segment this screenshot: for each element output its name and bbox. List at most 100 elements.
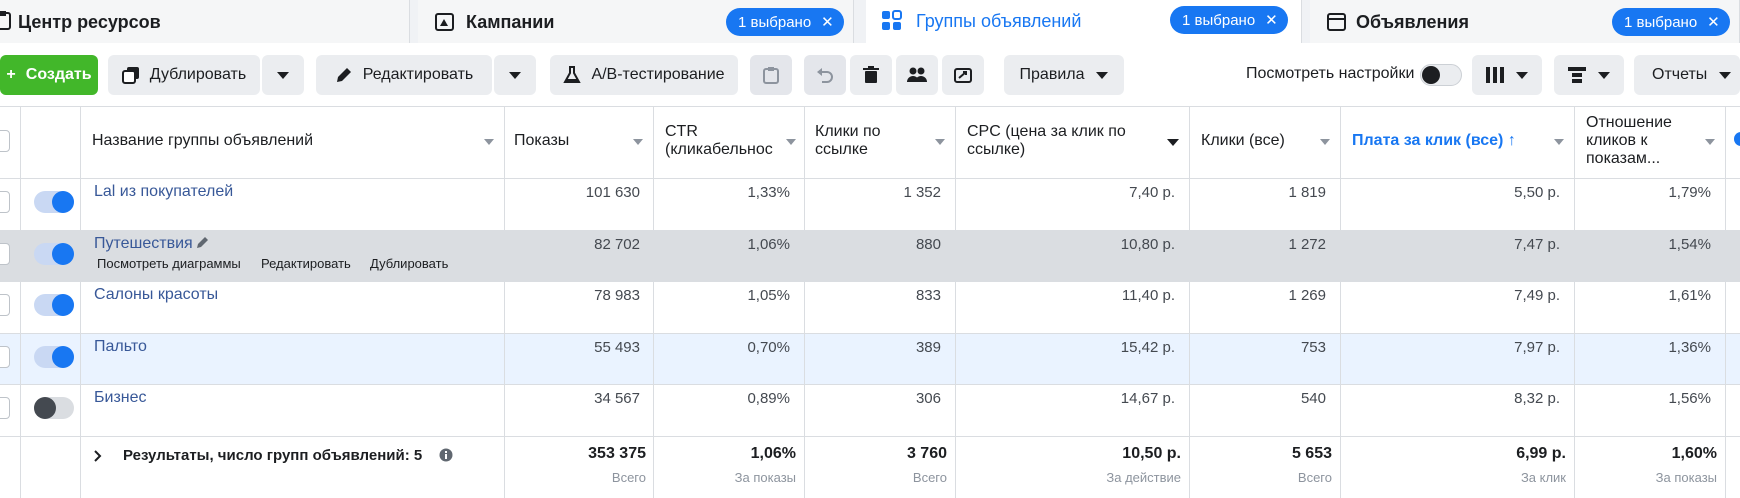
tab-label: Объявления <box>1356 12 1469 32</box>
close-icon[interactable]: ✕ <box>1707 13 1720 31</box>
toggle-knob <box>34 397 56 419</box>
table-row[interactable]: Салоны красоты 78 983 1,05% 833 11,40 р.… <box>0 282 1740 333</box>
status-toggle[interactable] <box>34 191 74 213</box>
total-ratio: 1,60% <box>1671 445 1717 462</box>
ad-group-name-link[interactable]: Пальто <box>94 338 147 356</box>
cpc-cell: 11,40 р. <box>1121 287 1175 304</box>
table-row[interactable]: Бизнес 34 567 0,89% 306 14,67 р. 540 8,3… <box>0 385 1740 436</box>
close-icon[interactable]: ✕ <box>821 13 834 31</box>
rules-button[interactable]: Правила <box>1004 55 1124 95</box>
row-checkbox[interactable] <box>0 346 10 368</box>
ab-test-button[interactable]: A/B-тестирование <box>550 55 738 95</box>
toggle-knob <box>52 346 74 368</box>
status-toggle[interactable] <box>34 243 74 265</box>
columns-button[interactable] <box>1472 55 1542 95</box>
tab-resource-center[interactable]: Центр ресурсов <box>0 0 410 43</box>
table-row[interactable]: Lal из покупателей 101 630 1,33% 1 352 7… <box>0 179 1740 230</box>
ad-group-name-link[interactable]: Путешествия <box>94 235 193 253</box>
clicks-all-cell: 540 <box>1300 390 1326 407</box>
row-checkbox[interactable] <box>0 243 10 265</box>
table-row[interactable]: Пальто 55 493 0,70% 389 15,42 р. 753 7,9… <box>0 334 1740 384</box>
row-checkbox[interactable] <box>0 397 10 419</box>
table-row[interactable]: Путешествия Посмотреть диаграммы Редакти… <box>0 231 1740 281</box>
selected-badge[interactable]: 1 выбрано ✕ <box>726 8 844 36</box>
duplicate-dropdown[interactable] <box>262 55 304 95</box>
tab-label: Кампании <box>466 12 555 32</box>
ctr-cell: 0,70% <box>747 339 790 356</box>
column-header-ctr[interactable]: CTR (кликабельнос <box>665 123 793 159</box>
pencil-icon[interactable] <box>196 235 210 249</box>
undo-button[interactable] <box>804 55 846 95</box>
cpc-all-cell: 7,97 р. <box>1514 339 1560 356</box>
sort-caret-icon[interactable] <box>1167 139 1179 146</box>
row-checkbox[interactable] <box>0 191 10 213</box>
toggle-knob <box>1422 66 1440 84</box>
link-clicks-cell: 389 <box>915 339 941 356</box>
row-duplicate-link[interactable]: Дублировать <box>370 256 448 271</box>
column-header-name[interactable]: Название группы объявлений <box>92 132 313 150</box>
header-line: Отношение <box>1586 114 1672 131</box>
ad-group-name-link[interactable]: Бизнес <box>94 389 147 407</box>
export-button[interactable] <box>942 55 984 95</box>
column-header-clicks-all[interactable]: Клики (все) <box>1201 132 1285 150</box>
row-edit-link[interactable]: Редактировать <box>261 256 351 271</box>
column-header-cpc[interactable]: CPC (цена за клик по ссылке) <box>967 123 1126 159</box>
ctr-cell: 1,05% <box>747 287 790 304</box>
column-header-cpc-all[interactable]: Плата за клик (все) ↑ <box>1352 132 1516 150</box>
selected-badge[interactable]: 1 выбрано ✕ <box>1170 6 1288 34</box>
link-clicks-cell: 880 <box>915 236 941 253</box>
cpc-cell: 15,42 р. <box>1120 339 1175 356</box>
badge-label: 1 выбрано <box>1182 11 1256 29</box>
view-charts-link[interactable]: Посмотреть диаграммы <box>97 256 241 271</box>
ratio-cell: 1,79% <box>1668 184 1711 201</box>
chevron-right-icon[interactable] <box>93 449 103 463</box>
chevron-down-icon <box>509 71 521 79</box>
row-checkbox[interactable] <box>0 294 10 316</box>
notes-button[interactable] <box>750 55 792 95</box>
status-toggle[interactable] <box>34 346 74 368</box>
ad-group-name-link[interactable]: Lal из покупателей <box>94 183 233 201</box>
edit-button[interactable]: Редактировать <box>316 55 492 95</box>
view-settings-toggle[interactable] <box>1420 64 1462 86</box>
sort-caret-icon[interactable] <box>1705 139 1715 145</box>
tab-ads[interactable]: Объявления 1 выбрано ✕ <box>1310 0 1740 43</box>
impressions-cell: 78 983 <box>594 287 640 304</box>
sort-caret-icon[interactable] <box>935 139 945 145</box>
undo-icon <box>817 68 833 83</box>
sort-caret-icon[interactable] <box>484 139 494 145</box>
totals-row: Результаты, число групп объявлений: 5 35… <box>0 437 1740 498</box>
sort-caret-icon[interactable] <box>633 139 643 145</box>
total-clicks-all-sub: Всего <box>1297 470 1332 485</box>
info-icon[interactable] <box>439 448 453 462</box>
select-all-checkbox[interactable] <box>0 130 10 152</box>
add-column-icon[interactable] <box>1734 132 1740 146</box>
sort-caret-icon[interactable] <box>1554 139 1564 145</box>
column-header-ratio[interactable]: Отношение кликов к показам... <box>1586 114 1672 168</box>
link-clicks-cell: 833 <box>915 287 941 304</box>
close-icon[interactable]: ✕ <box>1265 11 1278 29</box>
selected-badge[interactable]: 1 выбрано ✕ <box>1612 8 1730 36</box>
breakdown-button[interactable] <box>1554 55 1624 95</box>
export-icon <box>954 68 972 83</box>
ad-group-name-link[interactable]: Салоны красоты <box>94 286 218 304</box>
campaign-flag-icon <box>435 13 454 31</box>
delete-button[interactable] <box>850 55 892 95</box>
duplicate-label: Дублировать <box>149 66 247 83</box>
tab-ad-groups[interactable]: Группы объявлений 1 выбрано ✕ <box>866 0 1302 43</box>
status-toggle[interactable] <box>34 397 74 419</box>
reports-button[interactable]: Отчеты <box>1634 55 1740 95</box>
duplicate-button[interactable]: Дублировать <box>108 55 260 95</box>
status-toggle[interactable] <box>34 294 74 316</box>
column-header-impressions[interactable]: Показы <box>514 132 569 150</box>
audience-button[interactable] <box>896 55 938 95</box>
total-cpc: 10,50 р. <box>1122 445 1181 462</box>
tab-campaigns[interactable]: Кампании 1 выбрано ✕ <box>418 0 854 43</box>
column-header-link-clicks[interactable]: Клики по ссылке <box>815 123 881 159</box>
edit-dropdown[interactable] <box>494 55 536 95</box>
link-clicks-cell: 1 352 <box>903 184 941 201</box>
cpc-cell: 7,40 р. <box>1129 184 1175 201</box>
create-button[interactable]: + Создать <box>0 55 98 95</box>
edit-label: Редактировать <box>362 66 474 83</box>
sort-caret-icon[interactable] <box>786 139 796 145</box>
sort-caret-icon[interactable] <box>1320 139 1330 145</box>
